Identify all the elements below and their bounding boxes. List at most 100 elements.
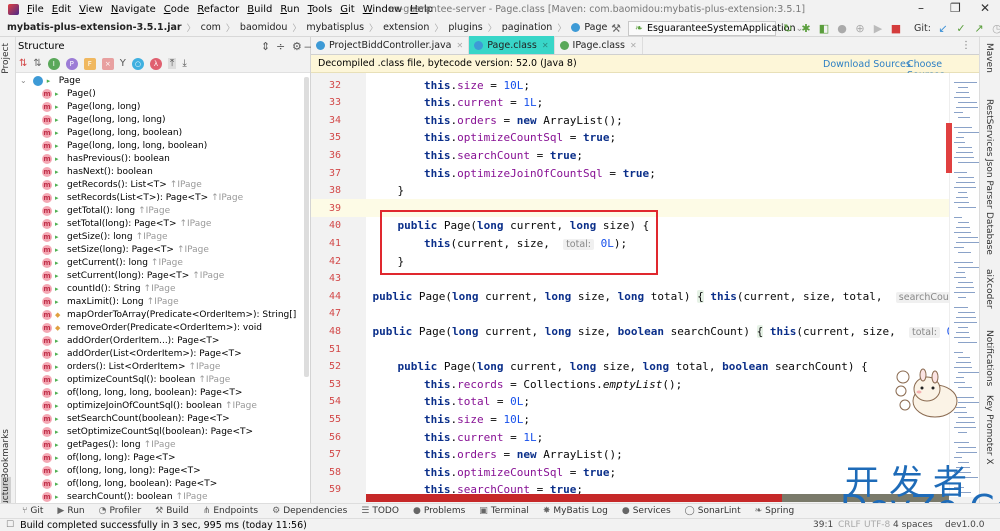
breadcrumb-page[interactable]: Page (571, 22, 607, 33)
run-configuration-select[interactable]: ❧ EsguaranteeSystemApplication ⌄ (628, 20, 803, 36)
code-line[interactable]: 48 public Page(long current, long size, … (311, 322, 949, 340)
hammer-build-icon[interactable]: ⚒ (610, 22, 622, 35)
menu-git[interactable]: Git (340, 4, 354, 15)
show-inherited-icon[interactable]: I (47, 57, 60, 70)
breadcrumb-jar[interactable]: mybatis-plus-extension-3.5.1.jar (7, 22, 182, 33)
project-tool-tab[interactable]: Project (1, 43, 11, 74)
show-non-public-icon[interactable]: × (101, 57, 114, 70)
caret-position[interactable]: 39:1 (813, 520, 833, 530)
show-lambda-icon[interactable]: λ (149, 57, 162, 70)
menu-code[interactable]: Code (164, 4, 190, 15)
horizontal-scrollbar[interactable] (366, 494, 782, 502)
autoscroll-from-source-icon[interactable]: ⤓ (182, 58, 186, 69)
show-anonymous-icon[interactable]: ○ (131, 57, 144, 70)
json-parser-tool-tab[interactable]: Json Parser (984, 159, 994, 209)
code-line[interactable]: 56 this.current = 1L; (311, 428, 949, 446)
code-line[interactable]: 37 this.optimizeJoinOfCountSql = true; (311, 164, 949, 182)
breadcrumb-baomidou[interactable]: baomidou (240, 22, 287, 33)
more-run-icon[interactable]: ⊕ (854, 22, 866, 35)
code-line[interactable]: 34 this.orders = new ArrayList(); (311, 111, 949, 129)
structure-item[interactable]: m ▸ Page(long, long, boolean) (16, 126, 310, 139)
structure-scrollbar[interactable] (304, 77, 309, 377)
tool-window-sonarlint[interactable]: ◯ SonarLint (685, 506, 741, 516)
structure-item[interactable]: m ▸ setCurrent(long): Page<T> ↑IPage (16, 269, 310, 282)
autoscroll-to-source-icon[interactable]: ⤒ (167, 58, 177, 69)
tool-window-todo[interactable]: ☰ TODO (361, 506, 399, 516)
tool-window-dependencies[interactable]: ⚙ Dependencies (272, 506, 347, 516)
maven-tool-tab[interactable]: Maven (984, 43, 994, 73)
notifications-tool-tab[interactable]: Notifications (984, 330, 994, 386)
download-sources-link[interactable]: Download Sources (823, 59, 911, 70)
tool-window-run[interactable]: ▶ Run (57, 506, 84, 516)
stop-icon[interactable]: ■ (890, 22, 902, 35)
tool-window-spring[interactable]: ❧ Spring (755, 506, 795, 516)
git-branch[interactable]: dev1.0.0 (945, 520, 984, 530)
structure-item[interactable]: m ▸ addOrder(OrderItem...): Page<T> (16, 334, 310, 347)
structure-item[interactable]: m ▸ optimizeJoinOfCountSql(): boolean ↑IPag… (16, 399, 310, 412)
close-tab-icon[interactable]: ✕ (457, 41, 464, 50)
key-promoter-tool-tab[interactable]: Key Promoter X (984, 395, 994, 465)
structure-item[interactable]: m ▸ searchCount(): boolean ↑IPage (16, 490, 310, 503)
profiler-icon[interactable]: ● (836, 22, 848, 35)
code-line[interactable]: 52 public Page(long current, long size, … (311, 358, 949, 376)
code-line[interactable]: 55 this.size = 10L; (311, 410, 949, 428)
menu-view[interactable]: View (79, 4, 103, 15)
structure-item[interactable]: m ▸ orders(): List<OrderItem> ↑IPage (16, 360, 310, 373)
tool-window-mybatis-log[interactable]: ✸ MyBatis Log (543, 506, 608, 516)
code-line[interactable]: 36 this.searchCount = true; (311, 146, 949, 164)
code-line[interactable]: 54 this.total = 0L; (311, 393, 949, 411)
indent-setting[interactable]: 4 spaces (893, 520, 933, 530)
structure-item[interactable]: m ▸ Page(long, long, long, boolean) (16, 139, 310, 152)
structure-item[interactable]: m ◆ removeOrder(Predicate<OrderItem>): voi… (16, 321, 310, 334)
close-tab-icon[interactable]: ✕ (630, 41, 637, 50)
code-line[interactable]: 47 (311, 305, 949, 323)
history-icon[interactable]: ◷ (991, 22, 1000, 35)
code-line[interactable]: 53 this.records = Collections.emptyList(… (311, 375, 949, 393)
menu-edit[interactable]: Edit (52, 4, 71, 15)
menu-build[interactable]: Build (247, 4, 272, 15)
structure-item[interactable]: m ▸ getTotal(): long ↑IPage (16, 204, 310, 217)
structure-item[interactable]: m ▸ addOrder(List<OrderItem>): Page<T> (16, 347, 310, 360)
structure-item[interactable]: m ▸ setSearchCount(boolean): Page<T> (16, 412, 310, 425)
menu-tools[interactable]: Tools (308, 4, 333, 15)
structure-item[interactable]: m ▸ setOptimizeCountSql(boolean): Page<T> (16, 425, 310, 438)
menu-navigate[interactable]: Navigate (111, 4, 156, 15)
show-lambdas-icon[interactable]: Y (120, 58, 126, 69)
collapse-all-icon[interactable]: ÷ (276, 40, 285, 53)
tree-root-page[interactable]: ⌄ ▸ Page (16, 74, 310, 87)
structure-item[interactable]: m ▸ countId(): String ↑IPage (16, 282, 310, 295)
aixcoder-tool-tab[interactable]: aiXcoder (984, 269, 994, 309)
tab-page-class[interactable]: Page.class ✕ (469, 36, 555, 54)
tool-window-profiler[interactable]: ◔ Profiler (99, 506, 142, 516)
play-icon[interactable]: ▶ (872, 22, 884, 35)
minimize-button[interactable]: – (918, 1, 924, 15)
file-encoding[interactable]: UTF-8 (864, 520, 890, 530)
tool-window-endpoints[interactable]: ⋔ Endpoints (203, 506, 258, 516)
breadcrumb-extension[interactable]: extension (383, 22, 429, 33)
structure-item[interactable]: m ▸ Page(long, long) (16, 100, 310, 113)
rerun-icon[interactable]: ↻ (782, 22, 794, 35)
code-minimap[interactable] (949, 73, 981, 497)
code-line[interactable]: 35 this.optimizeCountSql = true; (311, 129, 949, 147)
structure-item[interactable]: m ▸ getPages(): long ↑IPage (16, 438, 310, 451)
close-window-button[interactable]: ✕ (980, 1, 990, 15)
breadcrumb-com[interactable]: com (201, 22, 221, 33)
git-commit-icon[interactable]: ✓ (955, 22, 967, 35)
restore-button[interactable]: ❐ (950, 1, 961, 15)
bookmarks-tool-tab[interactable]: Bookmarks (1, 429, 11, 479)
code-line[interactable]: 32 this.size = 10L; (311, 76, 949, 94)
close-tab-icon[interactable]: ✕ (542, 41, 549, 50)
structure-item[interactable]: m ▸ setSize(long): Page<T> ↑IPage (16, 243, 310, 256)
breadcrumb-plugins[interactable]: plugins (448, 22, 482, 33)
tab-projectbiddcontroller[interactable]: ProjectBiddController.java ✕ (311, 36, 470, 54)
line-separator[interactable]: CRLF (838, 520, 861, 530)
structure-item[interactable]: m ▸ optimizeCountSql(): boolean ↑IPage (16, 373, 310, 386)
git-push-icon[interactable]: ↗ (973, 22, 985, 35)
chevron-down-icon[interactable]: ⌄ (20, 76, 27, 85)
tool-window-problems[interactable]: ● Problems (413, 506, 465, 516)
structure-item[interactable]: m ▸ setTotal(long): Page<T> ↑IPage (16, 217, 310, 230)
tool-window-build[interactable]: ⚒ Build (155, 506, 189, 516)
code-line[interactable]: 51 (311, 340, 949, 358)
structure-item[interactable]: m ▸ Page() (16, 87, 310, 100)
tool-window-terminal[interactable]: ▣ Terminal (479, 506, 529, 516)
